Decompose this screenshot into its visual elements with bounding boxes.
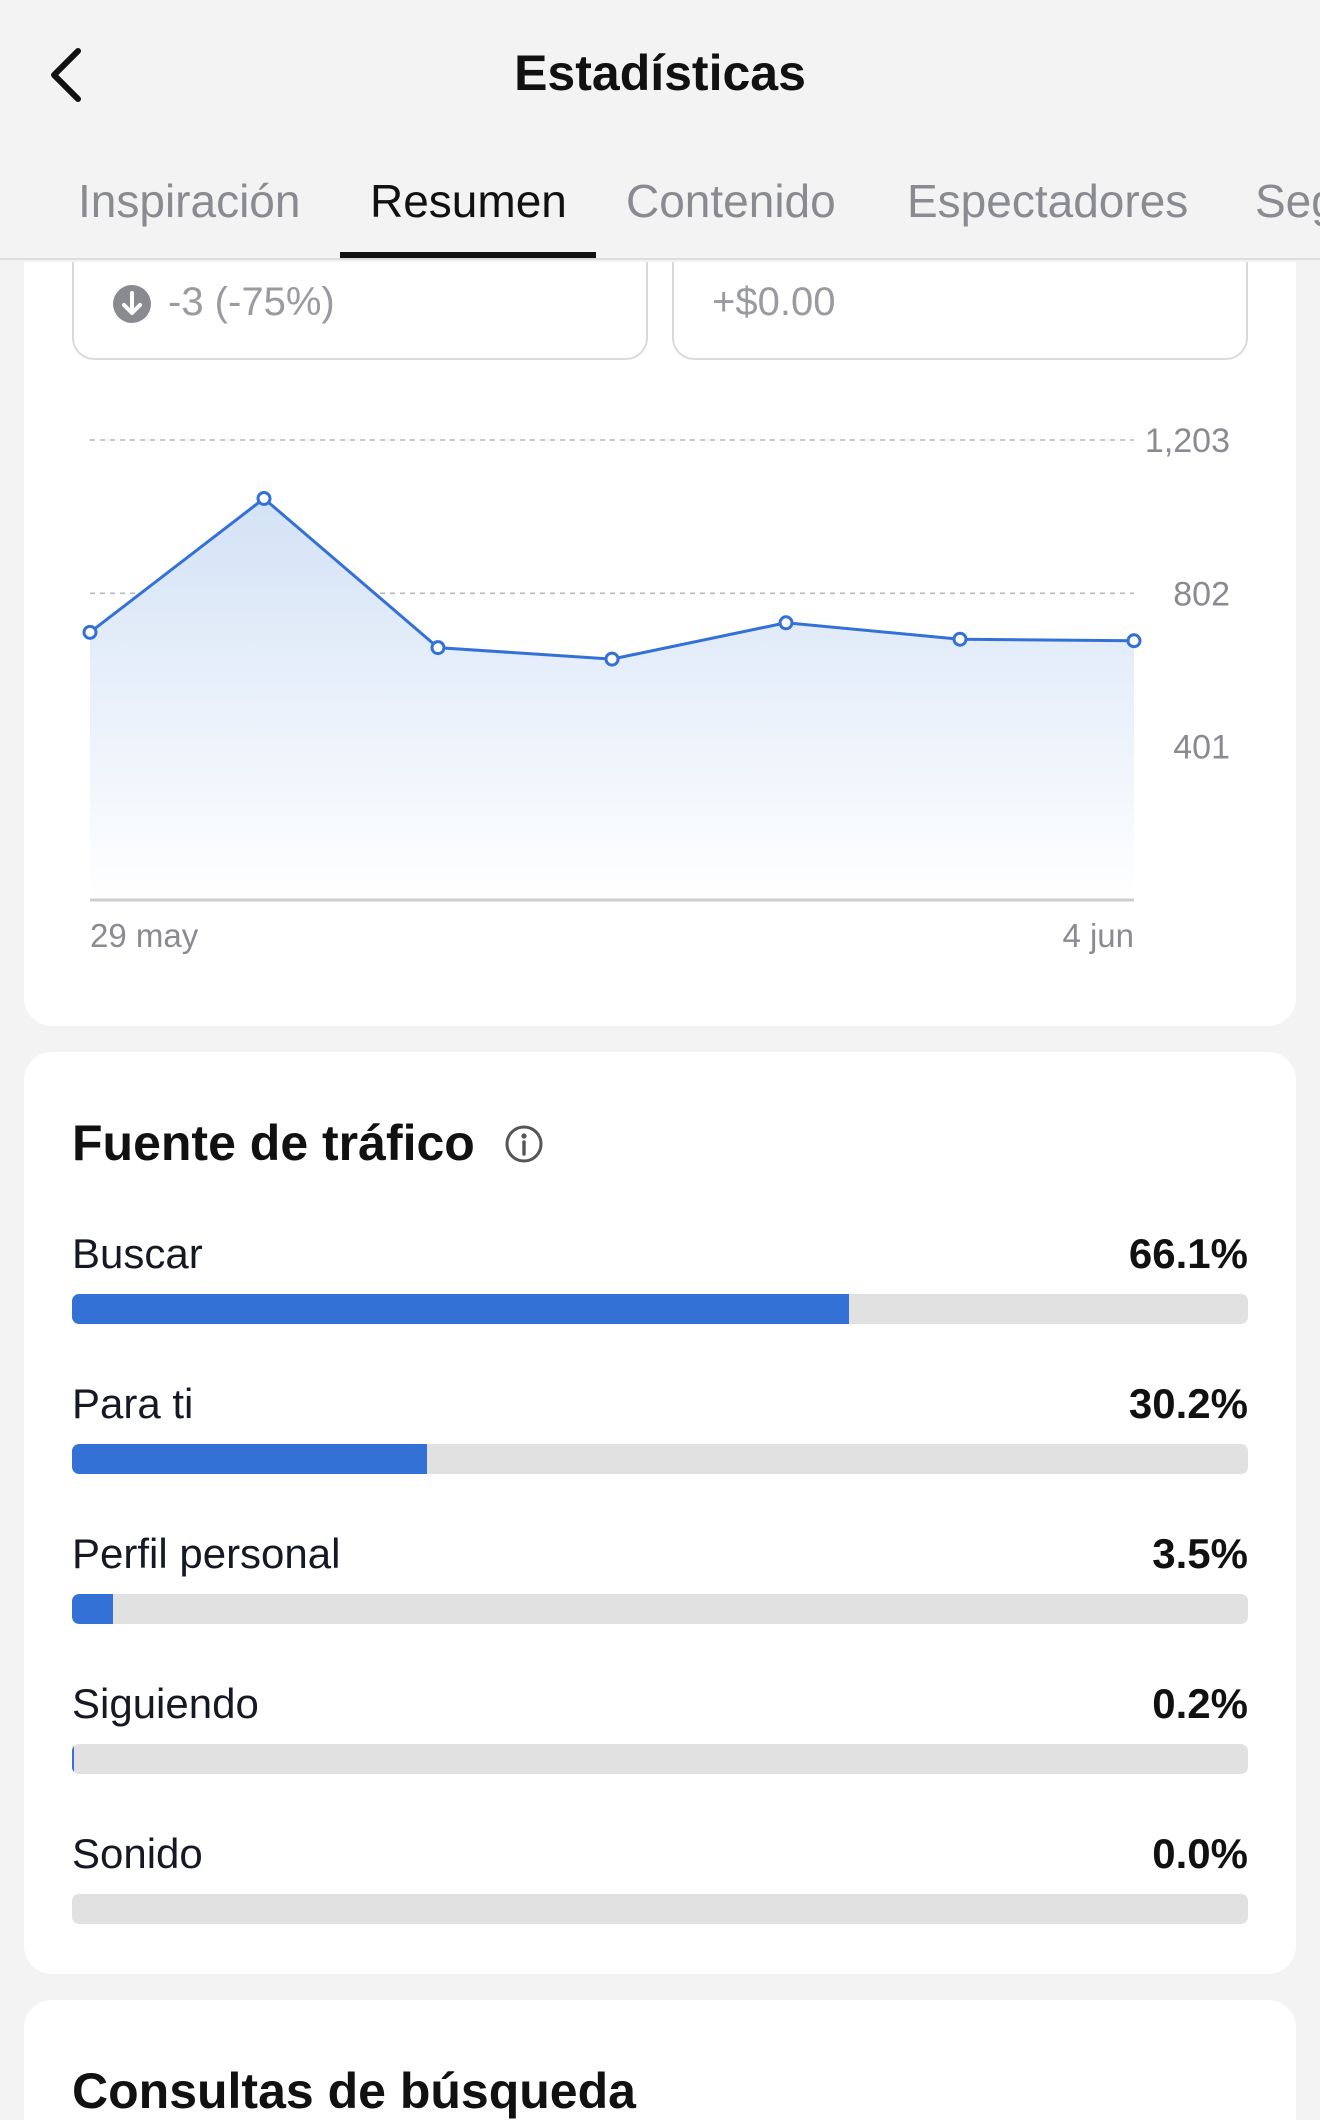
data-point — [952, 631, 968, 647]
traffic-label: Sonido — [72, 1830, 203, 1877]
traffic-value: 30.2% — [1128, 1380, 1248, 1427]
traffic-label: Siguiendo — [72, 1680, 259, 1727]
line-chart: 1,203 802 401 29 may 4 jun — [82, 422, 1230, 954]
traffic-row-perfil-personal: Perfil personal 3.5% — [72, 1530, 1248, 1650]
traffic-value: 3.5% — [1152, 1530, 1248, 1577]
y-tick-label: 401 — [1173, 729, 1230, 767]
data-point — [256, 491, 272, 507]
traffic-value: 0.0% — [1152, 1830, 1248, 1877]
data-point — [1126, 633, 1142, 649]
x-tick-label: 4 jun — [1062, 917, 1134, 954]
traffic-source-title: Fuente de tráfico — [72, 1115, 475, 1171]
chart-area — [90, 498, 1134, 900]
progress-fill — [72, 1444, 428, 1474]
progress-track — [72, 1894, 1248, 1924]
data-point — [82, 624, 98, 640]
y-tick-label: 1,203 — [1145, 422, 1230, 460]
progress-track — [72, 1744, 1248, 1774]
data-point — [604, 651, 620, 667]
search-queries-title: Consultas de búsqueda — [72, 2063, 636, 2119]
progress-track — [72, 1444, 1248, 1474]
traffic-row-sonido: Sonido 0.0% — [72, 1830, 1248, 1950]
data-point — [778, 615, 794, 631]
traffic-value: 0.2% — [1152, 1680, 1248, 1727]
progress-track — [72, 1594, 1248, 1624]
x-tick-label: 29 may — [90, 917, 199, 954]
traffic-label: Perfil personal — [72, 1530, 341, 1577]
traffic-value: 66.1% — [1128, 1230, 1248, 1277]
traffic-row-buscar: Buscar 66.1% — [72, 1230, 1248, 1350]
traffic-row-para-ti: Para ti 30.2% — [72, 1380, 1248, 1500]
progress-track — [72, 1294, 1248, 1324]
traffic-row-siguiendo: Siguiendo 0.2% — [72, 1680, 1248, 1800]
traffic-label: Buscar — [72, 1230, 203, 1277]
progress-fill — [72, 1294, 850, 1324]
y-tick-label: 802 — [1173, 575, 1230, 613]
progress-fill — [72, 1594, 114, 1624]
search-queries-card: Consultas de búsqueda — [24, 2000, 1296, 2120]
info-circle-icon[interactable] — [504, 1124, 544, 1164]
data-point — [430, 640, 446, 656]
progress-fill — [72, 1744, 75, 1774]
traffic-label: Para ti — [72, 1380, 194, 1427]
